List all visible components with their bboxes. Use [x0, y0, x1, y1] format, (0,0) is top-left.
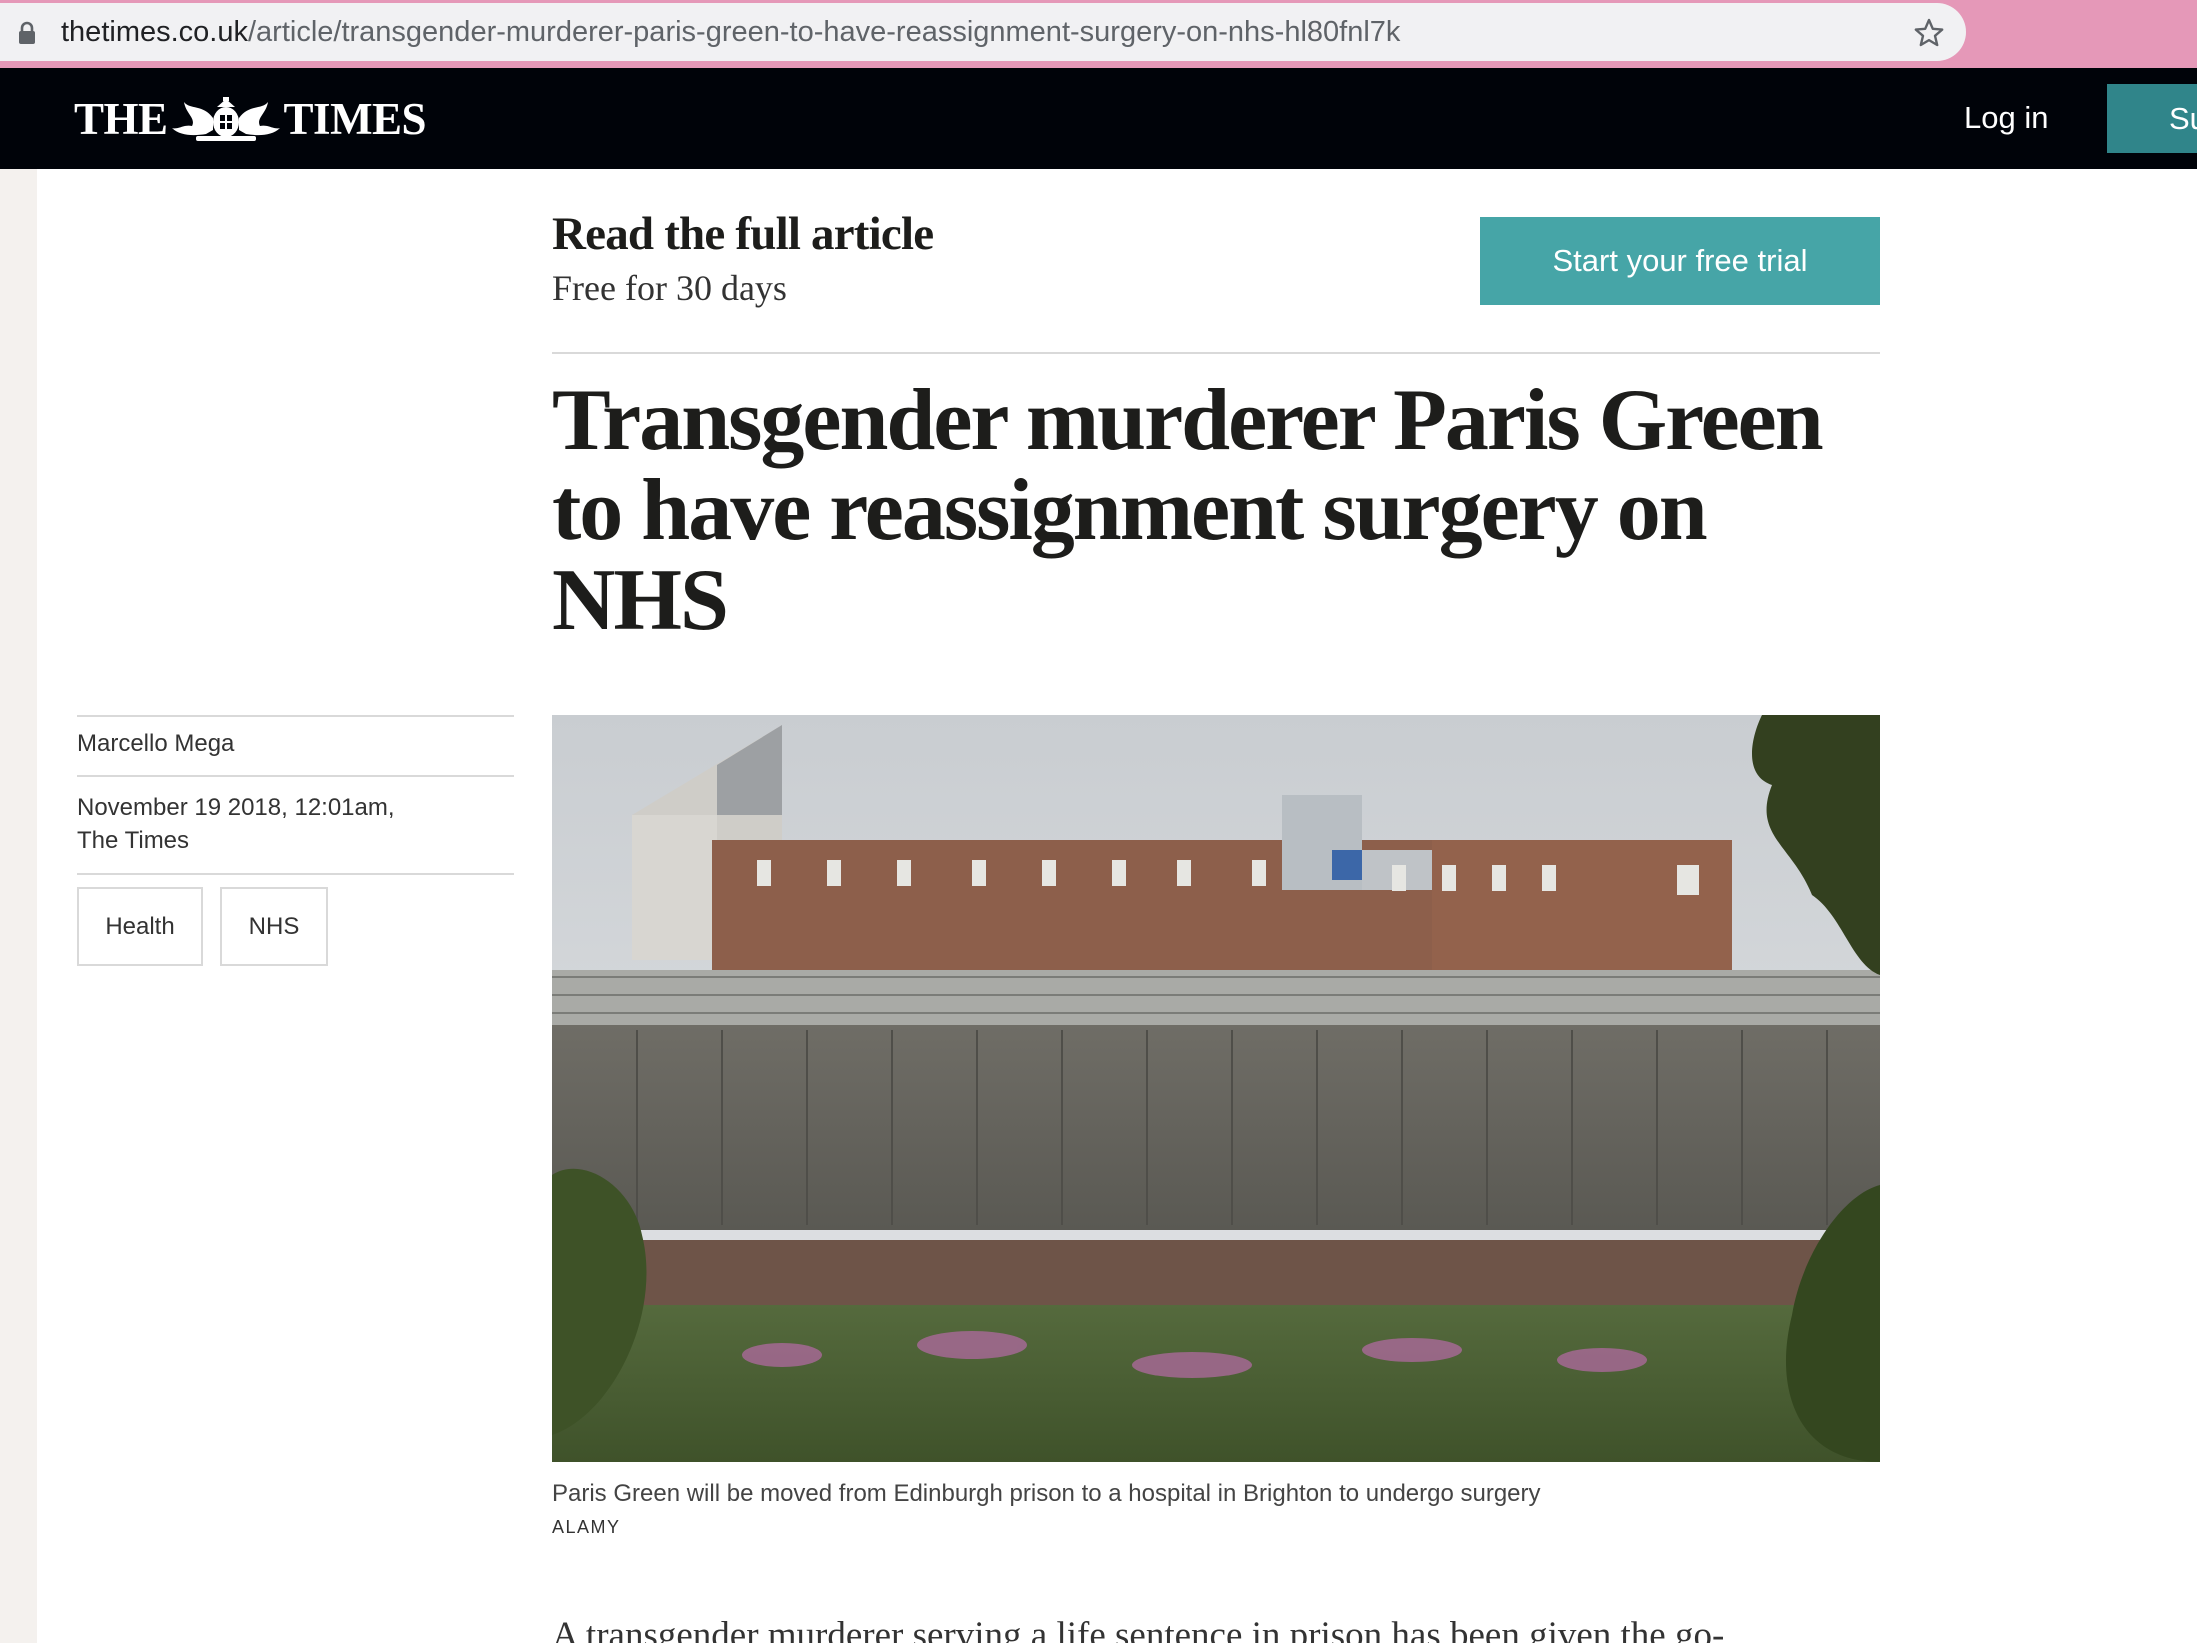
article-headline: Transgender murderer Paris Green to have… [552, 372, 1824, 649]
logo-word-the: THE [74, 94, 168, 144]
tag-nhs[interactable]: NHS [220, 887, 328, 966]
address-bar[interactable]: thetimes.co.uk/article/transgender-murde… [0, 3, 1966, 61]
url-path: /article/transgender-murderer-paris-gree… [247, 16, 1401, 48]
article-body-first-line: A transgender murderer serving a life se… [552, 1615, 1725, 1643]
promo-title: Read the full article [552, 208, 934, 260]
image-credit: ALAMY [552, 1517, 621, 1537]
topic-tags: Health NHS [77, 887, 514, 966]
tag-health[interactable]: Health [77, 887, 203, 966]
logo-word-times: TIMES [283, 94, 427, 144]
browser-toolbar: thetimes.co.uk/article/transgender-murde… [0, 0, 2197, 68]
image-caption: Paris Green will be moved from Edinburgh… [552, 1480, 1541, 1507]
start-free-trial-button[interactable]: Start your free trial [1480, 217, 1880, 305]
article-hero-image [552, 715, 1880, 1462]
dateline: November 19 2018, 12:01am, The Times [77, 777, 514, 873]
subscribe-button[interactable]: Su [2107, 84, 2197, 153]
left-gutter [0, 169, 37, 1643]
paywall-promo: Read the full article Free for 30 days S… [552, 200, 1880, 354]
site-header: THE TIMES Log in Su [0, 68, 2197, 169]
publish-date: November 19 2018, 12:01am, [77, 794, 395, 821]
author-link[interactable]: Marcello Mega [77, 717, 514, 775]
lock-icon[interactable] [16, 21, 38, 45]
prison-photo [552, 715, 1880, 1462]
promo-subtitle: Free for 30 days [552, 268, 787, 308]
star-icon[interactable] [1913, 17, 1945, 49]
article-meta: Marcello Mega November 19 2018, 12:01am,… [77, 715, 514, 966]
times-crest-logo [171, 97, 280, 141]
url-text[interactable]: thetimes.co.uk/article/transgender-murde… [61, 15, 1400, 49]
publication-name: The Times [77, 827, 190, 854]
the-times-logo[interactable]: THE TIMES [74, 90, 427, 148]
divider [77, 873, 514, 875]
url-host: thetimes.co.uk [61, 16, 248, 48]
login-link[interactable]: Log in [1964, 98, 2048, 138]
